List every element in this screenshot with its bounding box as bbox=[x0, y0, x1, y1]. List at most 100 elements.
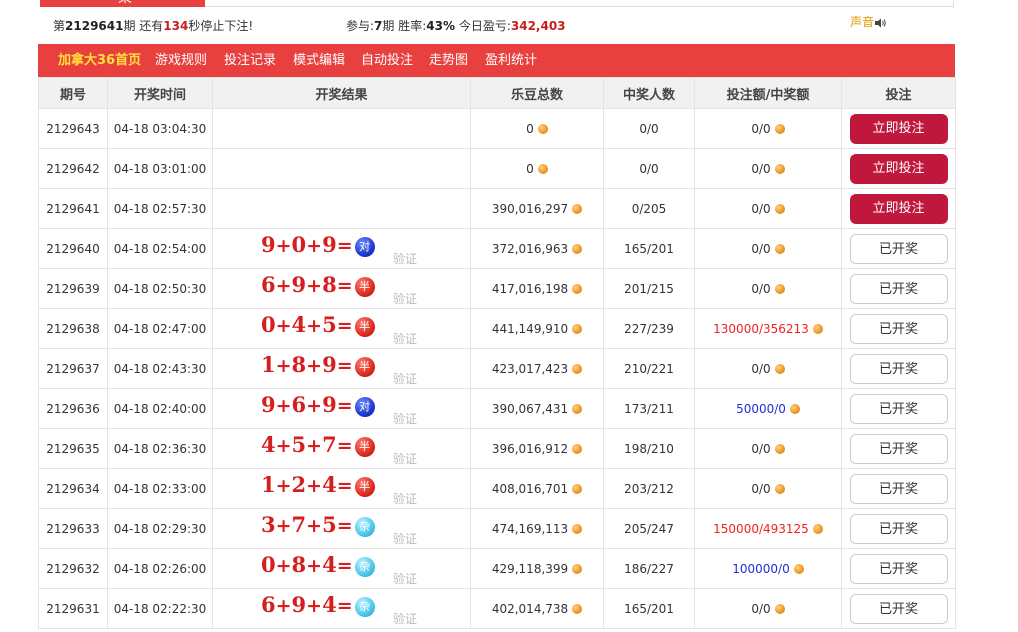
result-badge: 杂 bbox=[354, 557, 375, 577]
bet-win-cell: 150000/493125 bbox=[694, 508, 842, 549]
action-cell: 已开奖 bbox=[841, 508, 956, 549]
draw-number: 9 bbox=[291, 272, 307, 297]
drawn-button[interactable]: 已开奖 bbox=[849, 473, 948, 504]
result-badge: 对 bbox=[354, 237, 375, 257]
coin-icon bbox=[789, 404, 800, 414]
drawn-button[interactable]: 已开奖 bbox=[849, 313, 948, 344]
plus-sign: + bbox=[306, 595, 323, 617]
total-beans-cell: 402,014,738 bbox=[470, 588, 604, 629]
drawn-button[interactable]: 已开奖 bbox=[849, 273, 948, 304]
total-beans-value: 390,016,297 bbox=[491, 201, 569, 216]
coin-icon bbox=[572, 404, 583, 414]
drawn-button[interactable]: 已开奖 bbox=[849, 593, 948, 624]
equals-sign: = bbox=[336, 315, 353, 337]
status-mid2: 秒停止下注! bbox=[188, 19, 254, 33]
coin-icon bbox=[572, 204, 583, 214]
action-cell: 已开奖 bbox=[841, 588, 956, 629]
draw-number: 1 bbox=[261, 472, 276, 497]
plus-sign: + bbox=[275, 275, 292, 297]
sound-toggle[interactable]: 声音 bbox=[850, 13, 886, 30]
top-tab-label[interactable]: 菜 bbox=[118, 0, 132, 5]
total-beans-value: 429,118,399 bbox=[491, 561, 569, 576]
nav-mode-edit[interactable]: 模式编辑 bbox=[293, 44, 345, 77]
draw-number: 0 bbox=[291, 232, 307, 257]
draw-time-cell: 04-18 02:47:00 bbox=[107, 308, 213, 349]
draw-time-cell: 04-18 02:43:30 bbox=[107, 348, 213, 389]
coin-icon bbox=[774, 484, 785, 494]
verify-link[interactable]: 验证 bbox=[393, 370, 417, 387]
table-row: 2129642 04-18 03:01:00 0 0/0 0/0 立即投注 bbox=[38, 148, 956, 189]
drawn-button[interactable]: 已开奖 bbox=[849, 353, 948, 384]
draw-number: 4 bbox=[322, 592, 337, 617]
header-total-beans: 乐豆总数 bbox=[470, 77, 604, 109]
verify-link[interactable]: 验证 bbox=[393, 410, 417, 427]
drawn-button[interactable]: 已开奖 bbox=[849, 513, 948, 544]
bet-win-value: 0/0 bbox=[751, 201, 771, 216]
coin-icon bbox=[774, 604, 785, 614]
bet-now-button[interactable]: 立即投注 bbox=[849, 113, 948, 144]
verify-link[interactable]: 验证 bbox=[393, 490, 417, 507]
coin-icon bbox=[774, 364, 785, 374]
main-nav: 加拿大36首页 游戏规则 投注记录 模式编辑 自动投注 走势图 盈利统计 bbox=[38, 44, 955, 77]
issue-cell: 2129637 bbox=[38, 348, 108, 389]
draw-result-cell: 9+6+9= 对验证 bbox=[212, 388, 471, 429]
header-winners: 中奖人数 bbox=[603, 77, 695, 109]
plus-sign: + bbox=[306, 435, 323, 457]
draw-time-cell: 04-18 02:57:30 bbox=[107, 188, 213, 229]
stats-text: 参与:7期 胜率:43% 今日盈亏:342,403 bbox=[346, 17, 566, 34]
nav-auto-bet[interactable]: 自动投注 bbox=[361, 44, 413, 77]
status-prefix: 第 bbox=[53, 19, 66, 33]
verify-link[interactable]: 验证 bbox=[393, 610, 417, 627]
issue-cell: 2129634 bbox=[38, 468, 108, 509]
bet-win-cell: 0/0 bbox=[694, 428, 842, 469]
draw-result: 4+5+7= 半 bbox=[261, 432, 375, 459]
draw-number: 6 bbox=[261, 272, 276, 297]
verify-link[interactable]: 验证 bbox=[393, 450, 417, 467]
verify-link[interactable]: 验证 bbox=[393, 570, 417, 587]
bet-win-value: 130000/356213 bbox=[713, 321, 809, 336]
total-beans-cell: 417,016,198 bbox=[470, 268, 604, 309]
draw-number: 6 bbox=[291, 392, 307, 417]
countdown-seconds: 134 bbox=[163, 19, 189, 33]
bet-win-value: 0/0 bbox=[751, 161, 771, 176]
winners-cell: 165/201 bbox=[603, 228, 695, 269]
table-row: 2129633 04-18 02:29:30 3+7+5= 杂验证 474,169,11… bbox=[38, 508, 956, 549]
nav-profit-stats[interactable]: 盈利统计 bbox=[485, 44, 537, 77]
total-beans-value: 474,169,113 bbox=[491, 521, 569, 536]
coin-icon bbox=[774, 124, 785, 134]
nav-bet-records[interactable]: 投注记录 bbox=[224, 44, 276, 77]
equals-sign: = bbox=[336, 275, 353, 297]
drawn-button[interactable]: 已开奖 bbox=[849, 393, 948, 424]
draw-time-cell: 04-18 03:04:30 bbox=[107, 108, 213, 149]
bet-now-button[interactable]: 立即投注 bbox=[849, 153, 948, 184]
verify-link[interactable]: 验证 bbox=[393, 330, 417, 347]
draw-number: 8 bbox=[291, 352, 307, 377]
drawn-button[interactable]: 已开奖 bbox=[849, 553, 948, 584]
draw-result: 3+7+5= 杂 bbox=[261, 512, 375, 539]
table-row: 2129634 04-18 02:33:00 1+2+4= 半验证 408,016,70… bbox=[38, 468, 956, 509]
verify-link[interactable]: 验证 bbox=[393, 530, 417, 547]
verify-link[interactable]: 验证 bbox=[393, 250, 417, 267]
header-action: 投注 bbox=[841, 77, 956, 109]
result-badge: 对 bbox=[354, 397, 375, 417]
drawn-button[interactable]: 已开奖 bbox=[849, 433, 948, 464]
nav-trend-chart[interactable]: 走势图 bbox=[429, 44, 468, 77]
nav-home[interactable]: 加拿大36首页 bbox=[58, 44, 141, 77]
coin-icon bbox=[572, 364, 583, 374]
nav-rules[interactable]: 游戏规则 bbox=[155, 44, 207, 77]
draw-result: 6+9+4= 杂 bbox=[261, 592, 375, 619]
header-issue: 期号 bbox=[38, 77, 108, 109]
equals-sign: = bbox=[336, 515, 353, 537]
issue-cell: 2129631 bbox=[38, 588, 108, 629]
drawn-button[interactable]: 已开奖 bbox=[849, 233, 948, 264]
draw-number: 2 bbox=[291, 472, 307, 497]
sound-label: 声音 bbox=[850, 15, 875, 29]
bet-now-button[interactable]: 立即投注 bbox=[849, 193, 948, 224]
winners-cell: 210/221 bbox=[603, 348, 695, 389]
total-beans-cell: 474,169,113 bbox=[470, 508, 604, 549]
verify-link[interactable]: 验证 bbox=[393, 290, 417, 307]
draw-result-cell: 3+7+5= 杂验证 bbox=[212, 508, 471, 549]
win-rate: 43% bbox=[426, 19, 455, 33]
table-row: 2129640 04-18 02:54:00 9+0+9= 对验证 372,016,96… bbox=[38, 228, 956, 269]
total-beans-value: 0 bbox=[526, 121, 534, 136]
